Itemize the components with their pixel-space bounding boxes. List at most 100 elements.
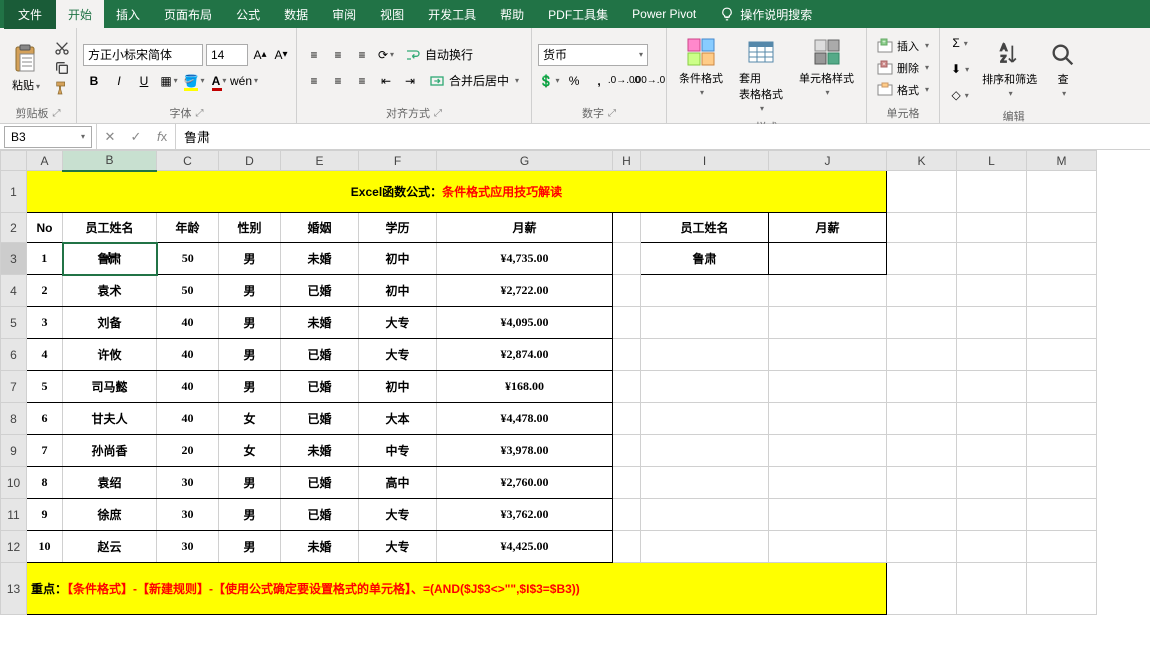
accounting-format-button[interactable]: 💲 [538, 70, 560, 92]
cell-H11[interactable] [613, 499, 641, 531]
cell-C5[interactable]: 40 [157, 307, 219, 339]
insert-cells-button[interactable]: + 插入 [873, 36, 933, 56]
col-header-H[interactable]: H [613, 151, 641, 171]
cell-F2[interactable]: 学历 [359, 213, 437, 243]
cell-E3[interactable]: 未婚 [281, 243, 359, 275]
cell-F8[interactable]: 大本 [359, 403, 437, 435]
tab-pdf-tools[interactable]: PDF工具集 [536, 0, 620, 29]
row-header-12[interactable]: 12 [1, 531, 27, 563]
orientation-button[interactable]: ⟳ [375, 44, 397, 66]
align-left-button[interactable]: ≡ [303, 70, 325, 92]
cell-B9[interactable]: 孙尚香 [63, 435, 157, 467]
cell-H7[interactable] [613, 371, 641, 403]
cell-D9[interactable]: 女 [219, 435, 281, 467]
bold-button[interactable]: B [83, 70, 105, 92]
fill-color-button[interactable]: 🪣 [183, 70, 205, 92]
format-painter-icon[interactable] [54, 80, 70, 96]
cell-E6[interactable]: 已婚 [281, 339, 359, 371]
phonetic-button[interactable]: wén [233, 70, 255, 92]
col-header-J[interactable]: J [769, 151, 887, 171]
cell-A8[interactable]: 6 [27, 403, 63, 435]
tab-file[interactable]: 文件 [4, 0, 56, 29]
cell-H10[interactable] [613, 467, 641, 499]
row-header-8[interactable]: 8 [1, 403, 27, 435]
cell-H5[interactable] [613, 307, 641, 339]
cell-G10[interactable]: ¥2,760.00 [437, 467, 613, 499]
increase-indent-button[interactable]: ⇥ [399, 70, 421, 92]
comma-button[interactable]: , [588, 70, 610, 92]
cell-C7[interactable]: 40 [157, 371, 219, 403]
cell-F10[interactable]: 高中 [359, 467, 437, 499]
increase-font-button[interactable]: A▴ [251, 44, 269, 66]
number-launcher[interactable]: ⤢ [608, 108, 616, 119]
formula-input[interactable] [176, 124, 1150, 149]
cell-D12[interactable]: 男 [219, 531, 281, 563]
cell-styles-button[interactable]: 单元格样式 [793, 32, 860, 117]
cell-E10[interactable]: 已婚 [281, 467, 359, 499]
cell-B4[interactable]: 袁术 [63, 275, 157, 307]
cell-A11[interactable]: 9 [27, 499, 63, 531]
align-center-button[interactable]: ≡ [327, 70, 349, 92]
row-header-6[interactable]: 6 [1, 339, 27, 371]
col-header-L[interactable]: L [957, 151, 1027, 171]
copy-icon[interactable] [54, 60, 70, 76]
cell-E11[interactable]: 已婚 [281, 499, 359, 531]
border-button[interactable]: ▦ [158, 70, 180, 92]
col-header-A[interactable]: A [27, 151, 63, 171]
cell-F11[interactable]: 大专 [359, 499, 437, 531]
cell-E2[interactable]: 婚姻 [281, 213, 359, 243]
cell-title[interactable]: Excel函数公式：条件格式应用技巧解读 [27, 171, 887, 213]
cell-A9[interactable]: 7 [27, 435, 63, 467]
format-cells-button[interactable]: 格式 [873, 80, 933, 100]
row-header-3[interactable]: 3 [1, 243, 27, 275]
cell-H8[interactable] [613, 403, 641, 435]
tab-view[interactable]: 视图 [368, 0, 416, 29]
delete-cells-button[interactable]: × 删除 [873, 58, 933, 78]
cell-D11[interactable]: 男 [219, 499, 281, 531]
cell-C10[interactable]: 30 [157, 467, 219, 499]
cell-B2[interactable]: 员工姓名 [63, 213, 157, 243]
cell-C2[interactable]: 年龄 [157, 213, 219, 243]
col-header-B[interactable]: B [63, 151, 157, 171]
cell-A4[interactable]: 2 [27, 275, 63, 307]
cell-A5[interactable]: 3 [27, 307, 63, 339]
align-bottom-button[interactable]: ≡ [351, 44, 373, 66]
confirm-formula-button[interactable]: ✓ [123, 124, 149, 149]
col-header-C[interactable]: C [157, 151, 219, 171]
cell-B10[interactable]: 袁绍 [63, 467, 157, 499]
row-header-5[interactable]: 5 [1, 307, 27, 339]
font-name-input[interactable] [83, 44, 203, 66]
cell-D4[interactable]: 男 [219, 275, 281, 307]
font-launcher[interactable]: ⤢ [196, 108, 204, 119]
font-color-button[interactable]: A [208, 70, 230, 92]
decrease-decimal-button[interactable]: .00→.0 [638, 70, 660, 92]
row-header-4[interactable]: 4 [1, 275, 27, 307]
cell-B5[interactable]: 刘备 [63, 307, 157, 339]
align-middle-button[interactable]: ≡ [327, 44, 349, 66]
cell-D7[interactable]: 男 [219, 371, 281, 403]
tab-page-layout[interactable]: 页面布局 [152, 0, 224, 29]
tab-help[interactable]: 帮助 [488, 0, 536, 29]
row-header-13[interactable]: 13 [1, 563, 27, 615]
font-size-input[interactable] [206, 44, 248, 66]
italic-button[interactable]: I [108, 70, 130, 92]
cell-H2[interactable] [613, 213, 641, 243]
tab-home[interactable]: 开始 [56, 0, 104, 29]
col-header-D[interactable]: D [219, 151, 281, 171]
cell-E9[interactable]: 未婚 [281, 435, 359, 467]
cell-H3[interactable] [613, 243, 641, 275]
cell-F6[interactable]: 大专 [359, 339, 437, 371]
cell-D3[interactable]: 男 [219, 243, 281, 275]
select-all-corner[interactable] [1, 151, 27, 171]
cell-D8[interactable]: 女 [219, 403, 281, 435]
cell-F12[interactable]: 大专 [359, 531, 437, 563]
alignment-launcher[interactable]: ⤢ [434, 108, 442, 119]
cell-D5[interactable]: 男 [219, 307, 281, 339]
cell-A12[interactable]: 10 [27, 531, 63, 563]
cell-F4[interactable]: 初中 [359, 275, 437, 307]
row-header-1[interactable]: 1 [1, 171, 27, 213]
tab-review[interactable]: 审阅 [320, 0, 368, 29]
cell-C3[interactable]: 50 [157, 243, 219, 275]
format-table-button[interactable]: 套用 表格格式 [733, 32, 789, 117]
col-header-G[interactable]: G [437, 151, 613, 171]
